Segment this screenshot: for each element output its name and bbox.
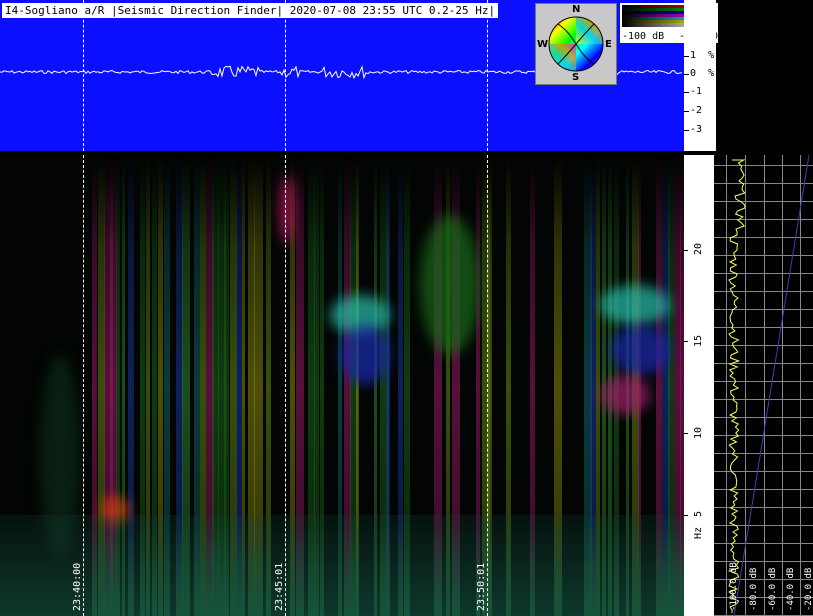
time-label: 23:50:01 <box>476 562 487 611</box>
db-label-min: -100 dB <box>622 31 665 42</box>
freq-unit: Hz <box>693 526 704 539</box>
amp-tick: -1 <box>690 86 703 97</box>
time-marker-line <box>285 155 286 616</box>
time-label: 23:45:01 <box>274 562 285 611</box>
seismogram-panel: I4-Sogliano a/R |Seismic Direction Finde… <box>0 0 718 151</box>
amp-tick: -2 <box>690 105 703 116</box>
amp-tick: 1 % <box>690 50 715 61</box>
seismic-direction-finder-window: I4-Sogliano a/R |Seismic Direction Finde… <box>0 0 813 616</box>
freq-tick: 5 <box>693 510 704 517</box>
compass-west-label: W <box>537 39 549 50</box>
spectrum-db-label: -40.0 dB <box>786 567 796 611</box>
station-title: I4-Sogliano a/R |Seismic Direction Finde… <box>2 3 499 18</box>
amp-tick: -3 <box>690 124 703 135</box>
time-marker-line <box>487 155 488 616</box>
spectrum-curve <box>727 155 810 616</box>
direction-compass: N E S W <box>535 3 617 85</box>
freq-tick: 15 <box>693 334 704 347</box>
spectrogram-panel: 23:40:00 23:45:01 23:50:01 <box>0 155 684 616</box>
spectrum-db-label: -100.0 dB <box>729 562 739 611</box>
time-label: 23:40:00 <box>72 562 83 611</box>
spectrum-panel: -100.0 dB -80.0 dB -60.0 dB -40.0 dB -20… <box>714 155 813 616</box>
freq-tick: 10 <box>693 426 704 439</box>
compass-north-label: N <box>572 4 581 15</box>
spectrum-db-label: -20.0 dB <box>804 567 813 611</box>
compass-east-label: E <box>605 39 612 50</box>
seismogram-amplitude-axis: 1 % 0 % -1 -2 -3 <box>684 0 716 151</box>
freq-tick: 20 <box>693 242 704 255</box>
frequency-axis: 20 15 10 5 Hz <box>684 155 714 616</box>
compass-south-label: S <box>572 72 580 83</box>
spectrum-db-label: -80.0 dB <box>749 567 759 611</box>
amp-tick: 0 % <box>690 68 715 79</box>
spectrum-db-label: -60.0 dB <box>768 567 778 611</box>
time-marker-line <box>83 155 84 616</box>
